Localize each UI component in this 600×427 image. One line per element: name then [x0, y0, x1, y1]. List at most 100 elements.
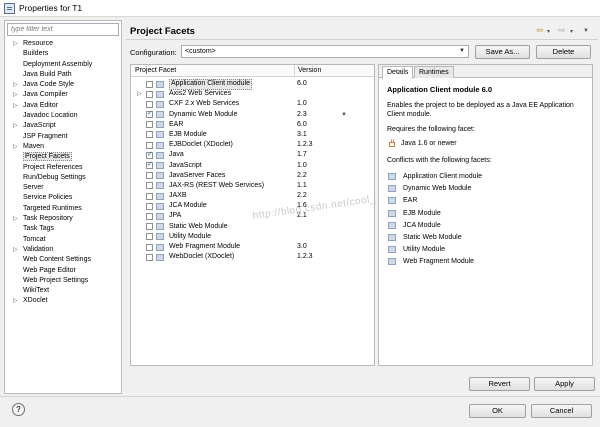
facet-version[interactable]: 1.2.3	[297, 140, 313, 150]
facet-version[interactable]: 1.0	[297, 161, 307, 171]
facet-row[interactable]: JavaScript 1.0	[131, 160, 374, 171]
facet-checkbox[interactable]	[146, 212, 153, 220]
facet-checkbox[interactable]	[146, 172, 153, 180]
column-header-facet[interactable]: Project Facet	[135, 67, 176, 74]
facet-version[interactable]: 6.0	[297, 79, 307, 89]
nav-item[interactable]: Builders	[5, 49, 121, 59]
back-arrow-icon[interactable]: ⇦	[536, 25, 544, 36]
nav-item[interactable]: ▷ Maven	[5, 142, 121, 152]
nav-item[interactable]: Run/Debug Settings	[5, 173, 121, 183]
facet-row[interactable]: WebDoclet (XDoclet) 1.2.3	[131, 252, 374, 262]
nav-item[interactable]: Web Project Settings	[5, 276, 121, 286]
nav-item[interactable]: ▷ Java Compiler	[5, 90, 121, 100]
nav-item[interactable]: Targeted Runtimes	[5, 204, 121, 214]
facet-version[interactable]: 3.0	[297, 242, 307, 252]
facet-checkbox[interactable]	[146, 100, 153, 108]
configuration-select[interactable]: <custom> ▼	[181, 45, 469, 58]
nav-item[interactable]: Project References	[5, 163, 121, 173]
expand-arrow-icon[interactable]: ▷	[13, 296, 18, 306]
tab-runtimes[interactable]: Runtimes	[414, 66, 454, 78]
facet-checkbox[interactable]	[146, 223, 153, 231]
facet-row[interactable]: JAX-RS (REST Web Services) 1.1	[131, 181, 374, 191]
facet-version[interactable]: 2.2	[297, 171, 307, 181]
facet-version[interactable]: 1.2.3	[297, 252, 313, 262]
nav-item[interactable]: Project Facets	[5, 152, 121, 162]
nav-item[interactable]: ▷ Java Code Style	[5, 80, 121, 90]
delete-button[interactable]: Delete	[536, 45, 591, 59]
nav-item[interactable]: ▷ Task Repository	[5, 214, 121, 224]
facet-row[interactable]: ▷ Axis2 Web Services	[131, 89, 374, 99]
facet-version[interactable]: 3.1	[297, 130, 307, 140]
expand-arrow-icon[interactable]: ▷	[13, 101, 18, 111]
expand-arrow-icon[interactable]: ▷	[13, 214, 18, 224]
facet-checkbox[interactable]	[146, 90, 153, 98]
expand-arrow-icon[interactable]: ▷	[13, 121, 18, 131]
nav-item[interactable]: WikiText	[5, 286, 121, 296]
facet-checkbox[interactable]	[146, 243, 153, 251]
expand-arrow-icon[interactable]: ▷	[137, 89, 142, 99]
back-menu-icon[interactable]: ▾	[547, 28, 550, 35]
nav-item[interactable]: Javadoc Location	[5, 111, 121, 121]
expand-arrow-icon[interactable]: ▷	[13, 39, 18, 49]
ok-button[interactable]: OK	[469, 404, 526, 418]
column-header-version[interactable]: Version	[298, 67, 321, 74]
nav-item[interactable]: Task Tags	[5, 224, 121, 234]
facet-checkbox[interactable]	[146, 253, 153, 261]
facet-version[interactable]: 1.7	[297, 150, 307, 160]
facet-version[interactable]: 1.1	[297, 181, 307, 191]
expand-arrow-icon[interactable]: ▷	[13, 142, 18, 152]
facet-version[interactable]: 2.2	[297, 191, 307, 201]
save-as-button[interactable]: Save As...	[475, 45, 530, 59]
forward-arrow-icon[interactable]: ⇨	[558, 25, 566, 36]
facet-row[interactable]: Static Web Module	[131, 222, 374, 232]
facet-checkbox[interactable]	[146, 160, 153, 170]
forward-menu-icon[interactable]: ▾	[570, 28, 573, 35]
facet-row[interactable]: EJBDoclet (XDoclet) 1.2.3	[131, 140, 374, 150]
nav-item[interactable]: JSP Fragment	[5, 132, 121, 142]
facet-checkbox[interactable]	[146, 141, 153, 149]
facet-checkbox[interactable]	[146, 233, 153, 241]
facet-row[interactable]: Utility Module	[131, 232, 374, 242]
expand-arrow-icon[interactable]: ▷	[13, 80, 18, 90]
facet-version[interactable]: 2.3	[297, 110, 307, 120]
facet-checkbox[interactable]	[146, 131, 153, 139]
nav-item[interactable]: ▷ Resource	[5, 39, 121, 49]
help-icon[interactable]: ?	[12, 403, 25, 416]
facet-row[interactable]: Dynamic Web Module 2.3 ▼	[131, 109, 374, 120]
nav-item[interactable]: ▷ XDoclet	[5, 296, 121, 306]
nav-item[interactable]: Server	[5, 183, 121, 193]
facet-row[interactable]: EJB Module 3.1	[131, 130, 374, 140]
filter-input[interactable]	[7, 23, 119, 36]
apply-button[interactable]: Apply	[534, 377, 595, 391]
facet-checkbox[interactable]	[146, 192, 153, 200]
facet-row[interactable]: Web Fragment Module 3.0	[131, 242, 374, 252]
tab-details[interactable]: Details	[382, 66, 414, 79]
facet-row[interactable]: Application Client module 6.0	[131, 79, 374, 90]
facet-checkbox[interactable]	[146, 202, 153, 210]
facet-checkbox[interactable]	[146, 80, 153, 88]
nav-item[interactable]: Web Content Settings	[5, 255, 121, 265]
nav-item[interactable]: Deployment Assembly	[5, 60, 121, 70]
nav-item[interactable]: Service Policies	[5, 193, 121, 203]
facet-version[interactable]: 1.0	[297, 99, 307, 109]
nav-item[interactable]: Java Build Path	[5, 70, 121, 80]
expand-arrow-icon[interactable]: ▷	[13, 245, 18, 255]
cancel-button[interactable]: Cancel	[531, 404, 592, 418]
facet-checkbox[interactable]	[146, 182, 153, 190]
facet-row[interactable]: JavaServer Faces 2.2	[131, 171, 374, 181]
facet-checkbox[interactable]	[146, 109, 153, 119]
nav-item[interactable]: ▷ Java Editor	[5, 101, 121, 111]
nav-item[interactable]: Web Page Editor	[5, 266, 121, 276]
nav-item[interactable]: Tomcat	[5, 235, 121, 245]
expand-arrow-icon[interactable]: ▷	[13, 90, 18, 100]
facet-checkbox[interactable]	[146, 121, 153, 129]
view-menu-icon[interactable]: ▼	[583, 28, 589, 34]
facet-checkbox[interactable]	[146, 150, 153, 160]
facet-version[interactable]: 6.0	[297, 120, 307, 130]
facet-row[interactable]: CXF 2.x Web Services 1.0	[131, 99, 374, 109]
facet-row[interactable]: EAR 6.0	[131, 120, 374, 130]
nav-item[interactable]: ▷ JavaScript	[5, 121, 121, 131]
revert-button[interactable]: Revert	[469, 377, 530, 391]
chevron-down-icon[interactable]: ▼	[341, 110, 347, 120]
nav-item[interactable]: ▷ Validation	[5, 245, 121, 255]
